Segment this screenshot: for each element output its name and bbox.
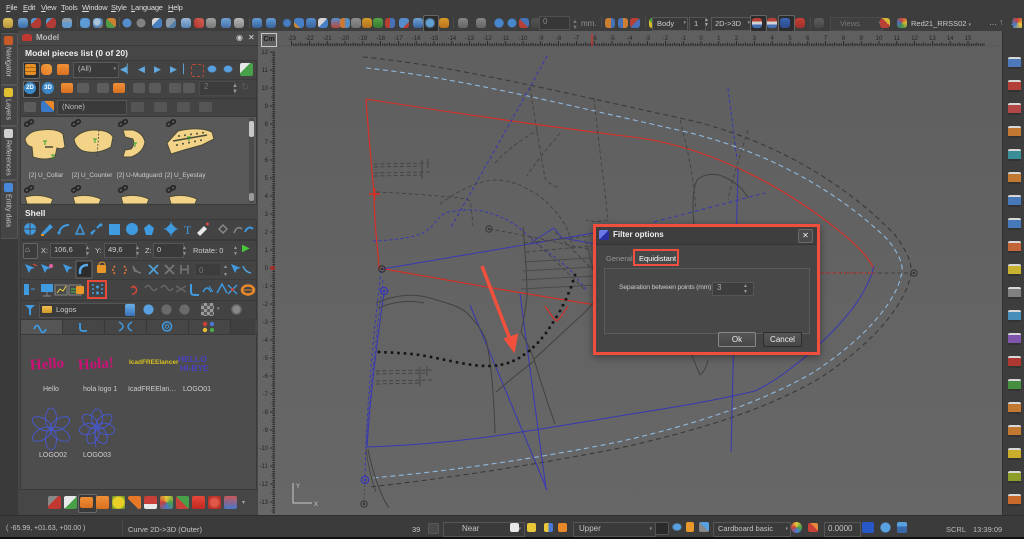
svg-text:Hola!: Hola! [77, 355, 114, 373]
svg-text:[2] U-Mudguard: [2] U-Mudguard [117, 172, 163, 179]
svg-text:[2] U_Eyestay: [2] U_Eyestay [165, 172, 206, 179]
svg-text:LOGO01: LOGO01 [183, 386, 211, 393]
svg-text:Y: Y [296, 484, 300, 490]
svg-text:HI-BYE: HI-BYE [180, 363, 209, 373]
svg-text:▼: ▼ [223, 272, 228, 278]
svg-text:LOGO02: LOGO02 [39, 452, 67, 459]
svg-text:X: X [314, 502, 318, 508]
svg-text:[2] U_Collar: [2] U_Collar [29, 172, 64, 179]
svg-text:LOGO03: LOGO03 [83, 452, 111, 459]
svg-text:Hello: Hello [43, 386, 59, 393]
svg-text:IcadFREElancer: IcadFREElancer [129, 359, 179, 366]
svg-text:0: 0 [199, 266, 204, 275]
svg-text:▲: ▲ [223, 264, 228, 270]
svg-text:hola logo 1: hola logo 1 [83, 386, 117, 393]
svg-text:T: T [184, 223, 192, 237]
svg-text:IcadFREElan…: IcadFREElan… [128, 386, 176, 393]
svg-text:Hello: Hello [29, 355, 64, 373]
svg-text:[2] U_Counter: [2] U_Counter [72, 172, 113, 179]
